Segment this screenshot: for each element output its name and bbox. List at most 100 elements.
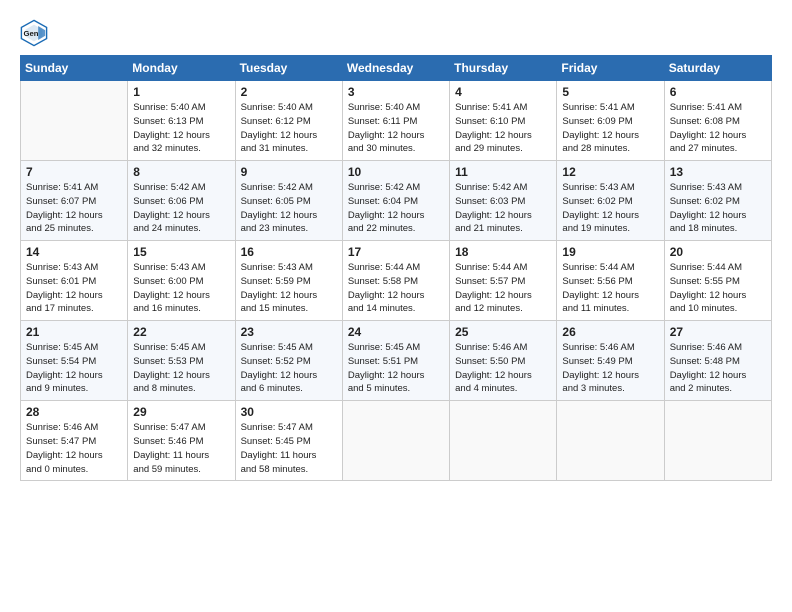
day-info: Sunrise: 5:42 AMSunset: 6:04 PMDaylight:… <box>348 181 444 236</box>
svg-text:Gen: Gen <box>24 29 39 38</box>
calendar-cell: 1 Sunrise: 5:40 AMSunset: 6:13 PMDaylight… <box>128 81 235 161</box>
calendar-week-2: 7Sunrise: 5:41 AMSunset: 6:07 PMDaylight… <box>21 161 772 241</box>
calendar-cell: 27 Sunrise: 5:46 AMSunset: 5:48 PMDayligh… <box>664 321 771 401</box>
day-number: 22 <box>133 325 229 339</box>
calendar-cell: 13 Sunrise: 5:43 AMSunset: 6:02 PMDayligh… <box>664 161 771 241</box>
day-info: Sunrise: 5:41 AMSunset: 6:08 PMDaylight:… <box>670 101 766 156</box>
day-info: Sunrise: 5:46 AMSunset: 5:48 PMDaylight:… <box>670 341 766 396</box>
day-info: Sunrise: 5:40 AMSunset: 6:13 PMDaylight:… <box>133 101 229 156</box>
calendar-header-monday: Monday <box>128 56 235 81</box>
calendar-cell <box>450 401 557 481</box>
day-number: 27 <box>670 325 766 339</box>
calendar-cell: 3 Sunrise: 5:40 AMSunset: 6:11 PMDaylight… <box>342 81 449 161</box>
day-info: Sunrise: 5:41 AMSunset: 6:10 PMDaylight:… <box>455 101 551 156</box>
calendar-header-tuesday: Tuesday <box>235 56 342 81</box>
calendar-cell: 21 Sunrise: 5:45 AMSunset: 5:54 PMDayligh… <box>21 321 128 401</box>
calendar-cell: 9 Sunrise: 5:42 AMSunset: 6:05 PMDaylight… <box>235 161 342 241</box>
calendar-header-sunday: Sunday <box>21 56 128 81</box>
day-info: Sunrise: 5:43 AMSunset: 6:02 PMDaylight:… <box>562 181 658 236</box>
calendar-cell: 30 Sunrise: 5:47 AMSunset: 5:45 PMDayligh… <box>235 401 342 481</box>
day-number: 25 <box>455 325 551 339</box>
calendar-header-wednesday: Wednesday <box>342 56 449 81</box>
calendar-week-3: 14 Sunrise: 5:43 AMSunset: 6:01 PMDayligh… <box>21 241 772 321</box>
calendar-header-saturday: Saturday <box>664 56 771 81</box>
day-number: 21 <box>26 325 122 339</box>
day-number: 9 <box>241 165 337 179</box>
calendar-header-thursday: Thursday <box>450 56 557 81</box>
day-info: Sunrise: 5:45 AMSunset: 5:53 PMDaylight:… <box>133 341 229 396</box>
calendar-week-1: 1 Sunrise: 5:40 AMSunset: 6:13 PMDaylight… <box>21 81 772 161</box>
day-info: Sunrise: 5:40 AMSunset: 6:11 PMDaylight:… <box>348 101 444 156</box>
day-number: 26 <box>562 325 658 339</box>
calendar-cell: 12 Sunrise: 5:43 AMSunset: 6:02 PMDayligh… <box>557 161 664 241</box>
calendar-week-4: 21 Sunrise: 5:45 AMSunset: 5:54 PMDayligh… <box>21 321 772 401</box>
calendar-cell <box>664 401 771 481</box>
day-info: Sunrise: 5:42 AMSunset: 6:05 PMDaylight:… <box>241 181 337 236</box>
day-number: 17 <box>348 245 444 259</box>
day-number: 2 <box>241 85 337 99</box>
logo: Gen <box>20 19 52 47</box>
calendar-cell: 28 Sunrise: 5:46 AMSunset: 5:47 PMDayligh… <box>21 401 128 481</box>
day-number: 19 <box>562 245 658 259</box>
day-number: 10 <box>348 165 444 179</box>
calendar-table: SundayMondayTuesdayWednesdayThursdayFrid… <box>20 55 772 481</box>
day-number: 16 <box>241 245 337 259</box>
day-number: 11 <box>455 165 551 179</box>
calendar-body: 1 Sunrise: 5:40 AMSunset: 6:13 PMDaylight… <box>21 81 772 481</box>
calendar-cell: 24Sunrise: 5:45 AMSunset: 5:51 PMDayligh… <box>342 321 449 401</box>
day-number: 18 <box>455 245 551 259</box>
calendar-cell <box>21 81 128 161</box>
calendar-cell: 11 Sunrise: 5:42 AMSunset: 6:03 PMDayligh… <box>450 161 557 241</box>
day-number: 12 <box>562 165 658 179</box>
day-number: 24 <box>348 325 444 339</box>
calendar-cell: 10 Sunrise: 5:42 AMSunset: 6:04 PMDayligh… <box>342 161 449 241</box>
calendar-cell: 20 Sunrise: 5:44 AMSunset: 5:55 PMDayligh… <box>664 241 771 321</box>
day-number: 30 <box>241 405 337 419</box>
day-info: Sunrise: 5:45 AMSunset: 5:54 PMDaylight:… <box>26 341 122 396</box>
day-info: Sunrise: 5:47 AMSunset: 5:46 PMDaylight:… <box>133 421 229 476</box>
day-info: Sunrise: 5:43 AMSunset: 6:02 PMDaylight:… <box>670 181 766 236</box>
day-info: Sunrise: 5:44 AMSunset: 5:55 PMDaylight:… <box>670 261 766 316</box>
day-number: 3 <box>348 85 444 99</box>
day-info: Sunrise: 5:44 AMSunset: 5:58 PMDaylight:… <box>348 261 444 316</box>
day-number: 6 <box>670 85 766 99</box>
day-number: 4 <box>455 85 551 99</box>
calendar-cell: 16 Sunrise: 5:43 AMSunset: 5:59 PMDayligh… <box>235 241 342 321</box>
day-info: Sunrise: 5:46 AMSunset: 5:47 PMDaylight:… <box>26 421 122 476</box>
day-number: 15 <box>133 245 229 259</box>
calendar-cell <box>557 401 664 481</box>
day-info: Sunrise: 5:43 AMSunset: 6:01 PMDaylight:… <box>26 261 122 316</box>
calendar-header-row: SundayMondayTuesdayWednesdayThursdayFrid… <box>21 56 772 81</box>
calendar-cell: 6 Sunrise: 5:41 AMSunset: 6:08 PMDaylight… <box>664 81 771 161</box>
day-info: Sunrise: 5:42 AMSunset: 6:06 PMDaylight:… <box>133 181 229 236</box>
day-info: Sunrise: 5:44 AMSunset: 5:56 PMDaylight:… <box>562 261 658 316</box>
calendar-cell: 4 Sunrise: 5:41 AMSunset: 6:10 PMDaylight… <box>450 81 557 161</box>
day-info: Sunrise: 5:47 AMSunset: 5:45 PMDaylight:… <box>241 421 337 476</box>
day-info: Sunrise: 5:42 AMSunset: 6:03 PMDaylight:… <box>455 181 551 236</box>
header: Gen <box>20 15 772 47</box>
calendar-cell: 7Sunrise: 5:41 AMSunset: 6:07 PMDaylight… <box>21 161 128 241</box>
day-number: 1 <box>133 85 229 99</box>
day-info: Sunrise: 5:41 AMSunset: 6:09 PMDaylight:… <box>562 101 658 156</box>
calendar-header-friday: Friday <box>557 56 664 81</box>
day-number: 28 <box>26 405 122 419</box>
day-number: 8 <box>133 165 229 179</box>
calendar-cell: 23 Sunrise: 5:45 AMSunset: 5:52 PMDayligh… <box>235 321 342 401</box>
day-info: Sunrise: 5:43 AMSunset: 5:59 PMDaylight:… <box>241 261 337 316</box>
day-info: Sunrise: 5:46 AMSunset: 5:50 PMDaylight:… <box>455 341 551 396</box>
calendar-cell <box>342 401 449 481</box>
day-number: 20 <box>670 245 766 259</box>
day-number: 23 <box>241 325 337 339</box>
calendar-cell: 29Sunrise: 5:47 AMSunset: 5:46 PMDayligh… <box>128 401 235 481</box>
calendar-cell: 22 Sunrise: 5:45 AMSunset: 5:53 PMDayligh… <box>128 321 235 401</box>
day-number: 5 <box>562 85 658 99</box>
day-number: 13 <box>670 165 766 179</box>
calendar-cell: 25 Sunrise: 5:46 AMSunset: 5:50 PMDayligh… <box>450 321 557 401</box>
day-info: Sunrise: 5:44 AMSunset: 5:57 PMDaylight:… <box>455 261 551 316</box>
day-info: Sunrise: 5:40 AMSunset: 6:12 PMDaylight:… <box>241 101 337 156</box>
calendar-cell: 8 Sunrise: 5:42 AMSunset: 6:06 PMDaylight… <box>128 161 235 241</box>
day-info: Sunrise: 5:45 AMSunset: 5:52 PMDaylight:… <box>241 341 337 396</box>
day-info: Sunrise: 5:41 AMSunset: 6:07 PMDaylight:… <box>26 181 122 236</box>
calendar-cell: 2 Sunrise: 5:40 AMSunset: 6:12 PMDaylight… <box>235 81 342 161</box>
day-number: 14 <box>26 245 122 259</box>
